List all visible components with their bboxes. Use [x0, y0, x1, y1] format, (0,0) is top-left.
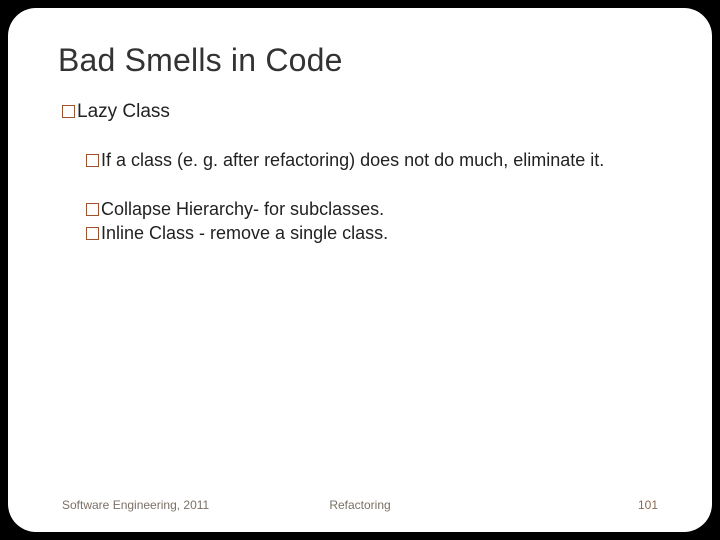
bullet-text: Collapse Hierarchy- for subclasses.: [101, 199, 384, 219]
square-bullet-icon: [86, 203, 99, 216]
square-bullet-icon: [62, 105, 75, 118]
slide-title: Bad Smells in Code: [58, 42, 662, 79]
square-bullet-icon: [86, 227, 99, 240]
bullet-text: Lazy Class: [77, 101, 170, 122]
footer-center: Refactoring: [58, 498, 662, 512]
footer: Software Engineering, 2011 Refactoring 1…: [58, 498, 662, 514]
bullet-group: Collapse Hierarchy- for subclasses. Inli…: [58, 198, 662, 245]
bullet-level2: Inline Class - remove a single class.: [86, 222, 662, 245]
bullet-text: If a class (e. g. after refactoring) doe…: [101, 150, 604, 170]
bullet-level1: Lazy Class: [62, 101, 662, 123]
bullet-text: Inline Class - remove a single class.: [101, 223, 388, 243]
square-bullet-icon: [86, 154, 99, 167]
bullet-level2: If a class (e. g. after refactoring) doe…: [86, 149, 662, 172]
slide-body: Lazy Class If a class (e. g. after refac…: [58, 101, 662, 498]
slide-frame: Bad Smells in Code Lazy Class If a class…: [8, 8, 712, 532]
bullet-level2: Collapse Hierarchy- for subclasses.: [86, 198, 662, 221]
